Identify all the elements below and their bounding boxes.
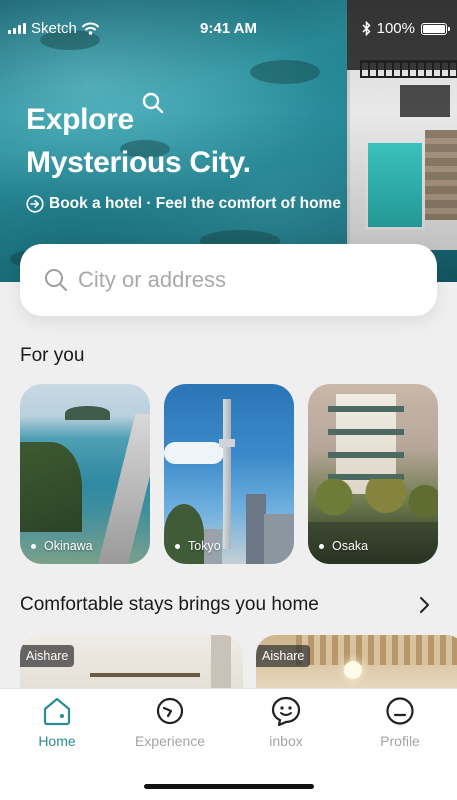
- stay-card[interactable]: Aishare: [256, 635, 457, 695]
- stay-cards: Aishare Aishare: [20, 635, 457, 695]
- search-icon: [45, 269, 67, 291]
- tab-label: Profile: [380, 733, 420, 749]
- home-indicator[interactable]: [144, 784, 314, 789]
- section-title-for-you: For you: [20, 345, 85, 366]
- search-input[interactable]: [78, 267, 418, 293]
- destination-card-tokyo[interactable]: Tokyo: [164, 384, 294, 564]
- destination-label: Osaka: [332, 539, 369, 553]
- search-box[interactable]: [20, 244, 437, 316]
- tab-profile[interactable]: Profile: [350, 695, 450, 749]
- destination-cards: Okinawa Tokyo Osaka: [20, 384, 438, 564]
- hero-tagline-link[interactable]: Book a hotel · Feel the comfort of home: [26, 195, 341, 213]
- destination-card-osaka[interactable]: Osaka: [308, 384, 438, 564]
- search-icon[interactable]: [142, 92, 164, 114]
- stay-brand-tag: Aishare: [20, 645, 75, 667]
- location-dot-icon: [175, 543, 180, 549]
- stay-card[interactable]: Aishare: [20, 635, 243, 695]
- chevron-right-icon[interactable]: [416, 596, 432, 614]
- stay-brand-tag: Aishare: [256, 645, 311, 667]
- tab-label: Home: [38, 733, 76, 749]
- tab-inbox[interactable]: inbox: [236, 695, 336, 749]
- hero-title-line1: Explore: [26, 103, 134, 136]
- destination-card-okinawa[interactable]: Okinawa: [20, 384, 150, 564]
- hero-tagline: Book a hotel · Feel the comfort of home: [49, 195, 341, 212]
- destination-label: Tokyo: [188, 539, 221, 553]
- destination-label: Okinawa: [44, 539, 93, 553]
- hero-title-line2: Mysterious City.: [26, 146, 251, 179]
- chat-icon: [271, 696, 301, 727]
- battery-percent: 100%: [376, 20, 415, 37]
- section-title-stays: Comfortable stays brings you home: [20, 594, 319, 615]
- profile-icon: [386, 697, 414, 725]
- tab-label: Experience: [134, 733, 206, 749]
- tab-home[interactable]: Home: [7, 695, 107, 749]
- location-dot-icon: [319, 543, 324, 549]
- tab-experience[interactable]: Experience: [120, 695, 220, 749]
- tab-label: inbox: [269, 733, 303, 749]
- hero-title: Explore Mysterious City.: [26, 98, 251, 184]
- home-icon: [43, 697, 71, 726]
- bluetooth-icon: [362, 21, 371, 36]
- location-dot-icon: [31, 543, 36, 549]
- arrow-circle-icon: [26, 195, 44, 213]
- battery-icon: [421, 22, 450, 35]
- compass-icon: [156, 697, 184, 725]
- status-bar: Sketch 9:41 AM 100%: [0, 0, 457, 56]
